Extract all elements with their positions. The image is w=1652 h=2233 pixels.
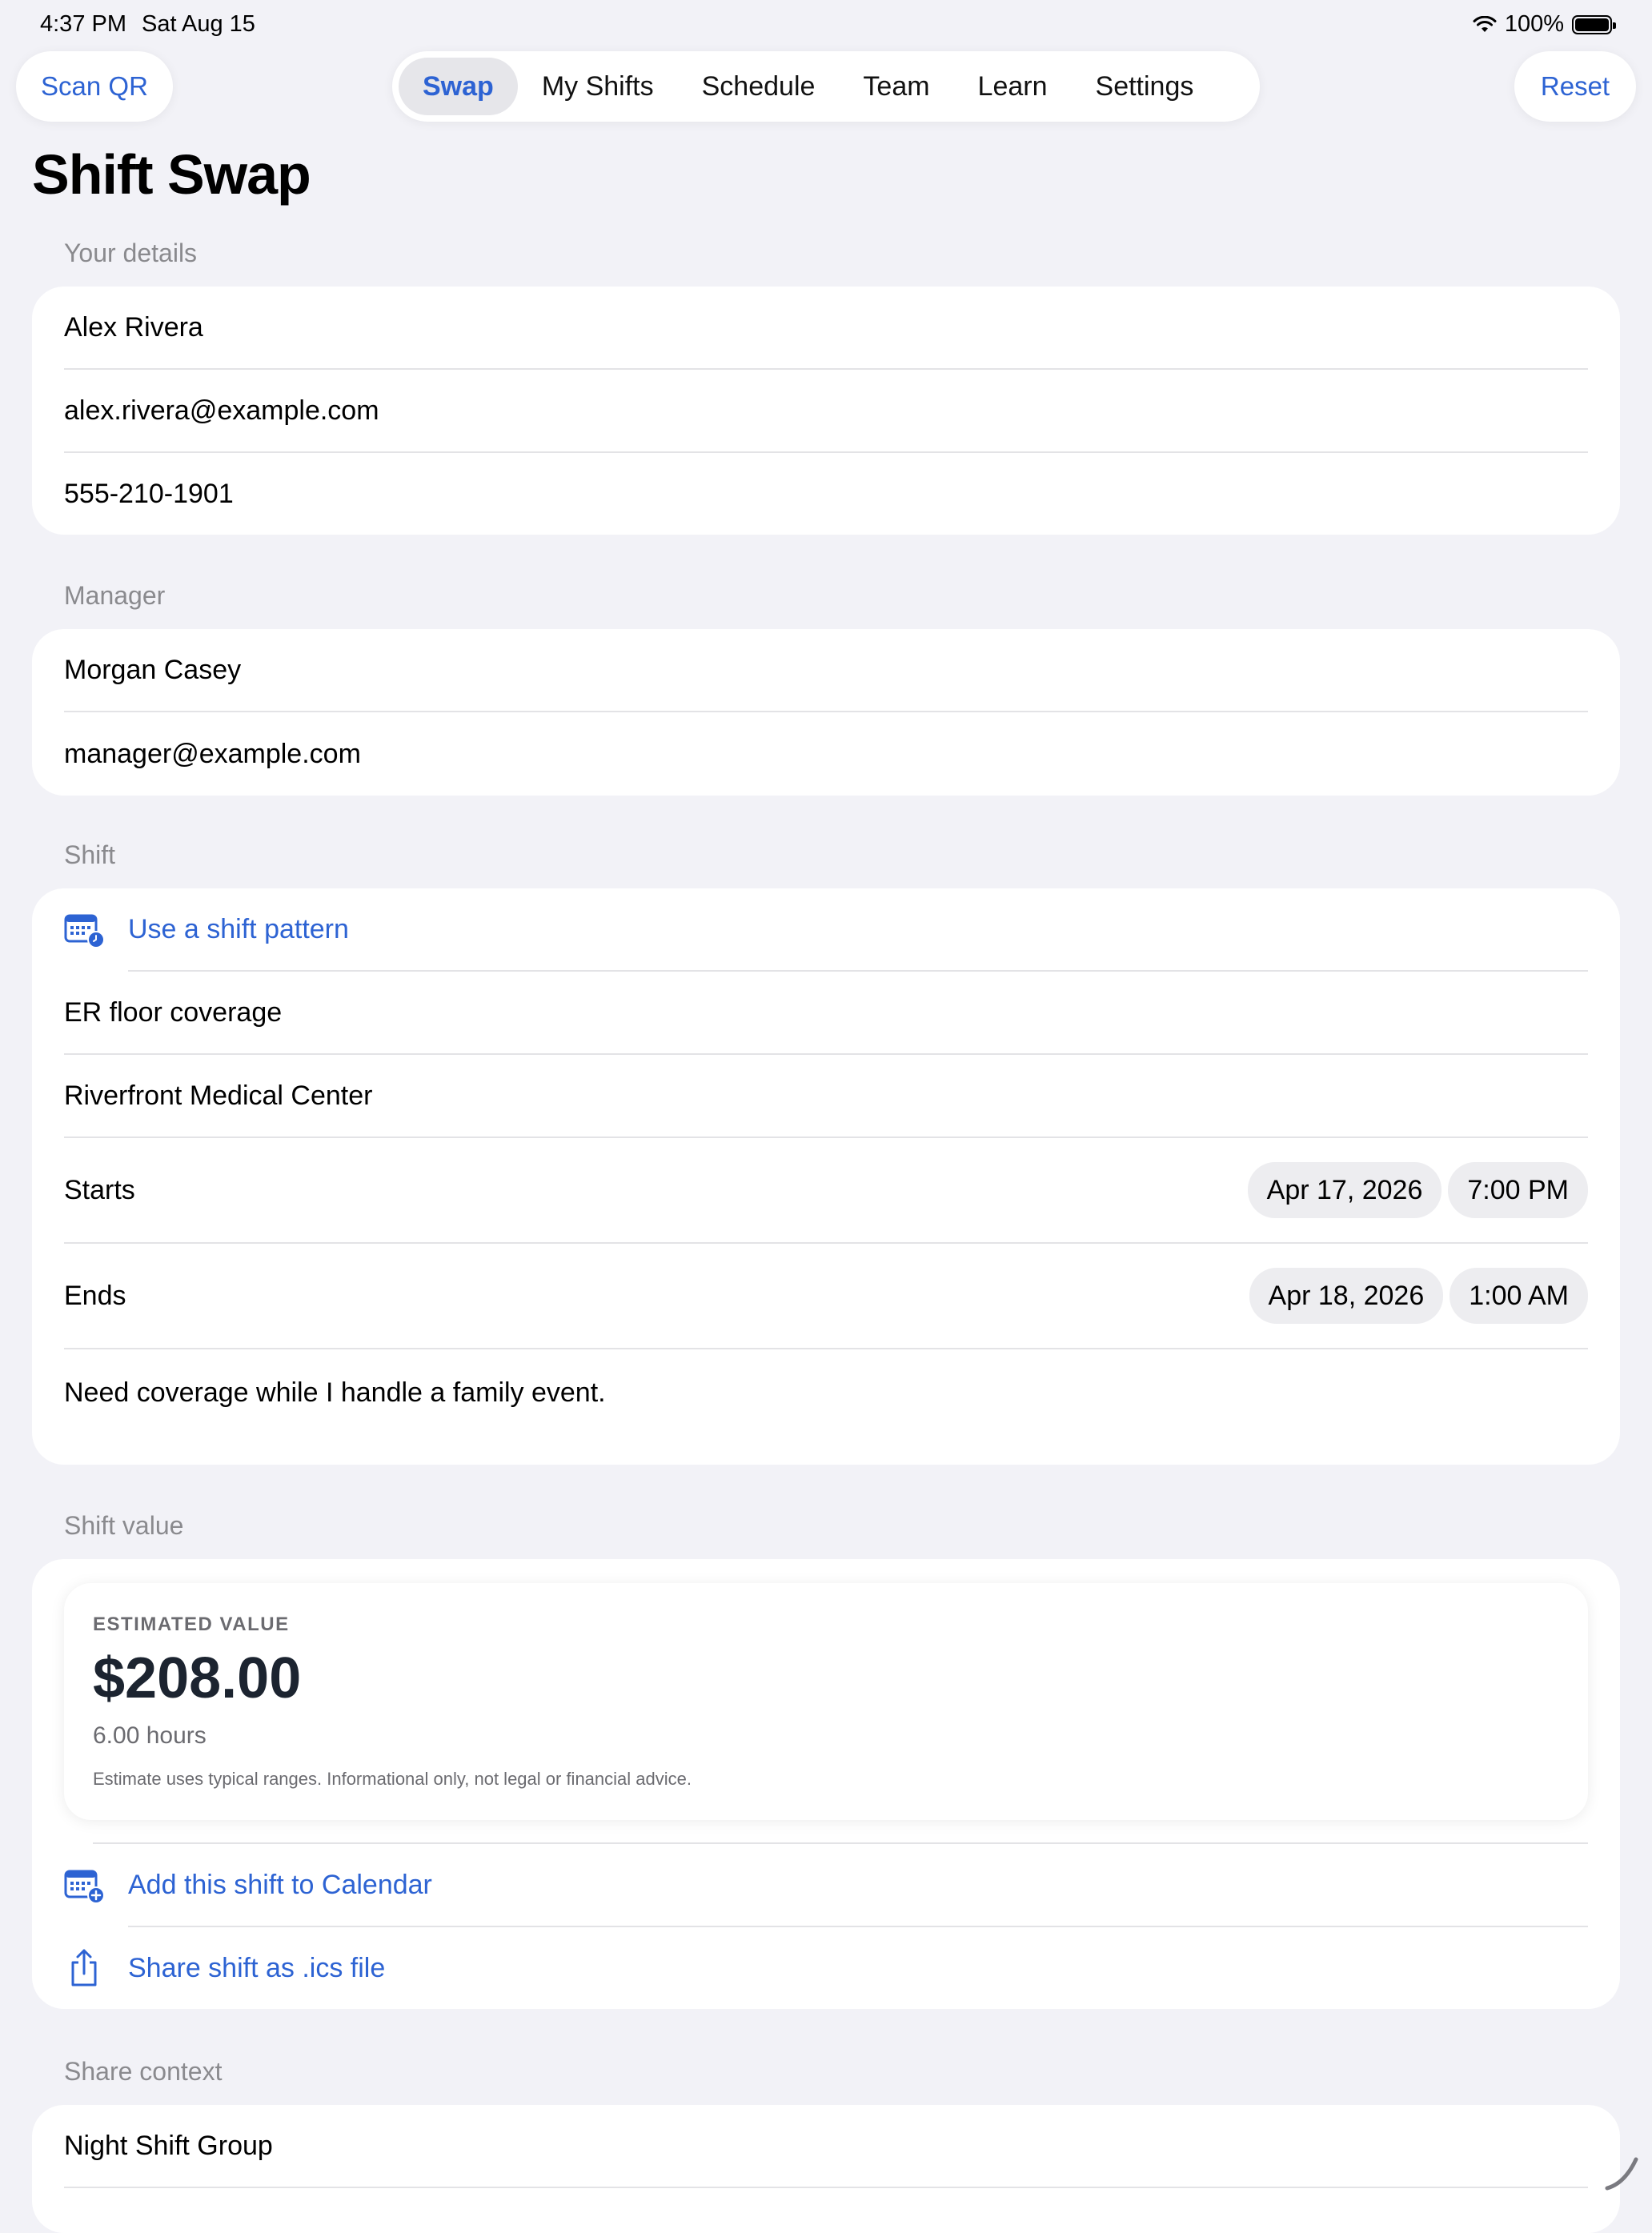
estimate-disclaimer: Estimate uses typical ranges. Informatio… [93, 1769, 692, 1789]
estimated-value-label: ESTIMATED VALUE [93, 1614, 290, 1635]
share-ics-label: Share shift as .ics file [128, 1952, 386, 1983]
share-group-field[interactable]: Night Shift Group [64, 2105, 1588, 2187]
starts-time-picker[interactable]: 7:00 PM [1448, 1162, 1588, 1218]
scan-qr-button[interactable]: Scan QR [16, 51, 173, 122]
tab-team[interactable]: Team [839, 58, 953, 115]
email-field[interactable]: alex.rivera@example.com [64, 370, 1588, 451]
shift-title-field[interactable]: ER floor coverage [64, 972, 1588, 1053]
tab-swap[interactable]: Swap [399, 58, 518, 115]
battery-icon [1572, 14, 1616, 34]
shift-location-field[interactable]: Riverfront Medical Center [64, 1055, 1588, 1137]
estimated-hours: 6.00 hours [93, 1722, 206, 1749]
calendar-clock-icon [64, 909, 104, 949]
add-to-calendar-button[interactable]: Add this shift to Calendar [64, 1844, 1588, 1926]
share-icon [64, 1948, 104, 1988]
use-shift-pattern-label: Use a shift pattern [128, 913, 349, 944]
tab-settings[interactable]: Settings [1072, 58, 1218, 115]
shift-card: Use a shift pattern ER floor coverage Ri… [32, 888, 1620, 1465]
starts-row: Starts Apr 17, 2026 7:00 PM [64, 1138, 1588, 1242]
ends-date-picker[interactable]: Apr 18, 2026 [1249, 1268, 1444, 1324]
tab-my-shifts[interactable]: My Shifts [518, 58, 678, 115]
manager-email-field[interactable]: manager@example.com [64, 712, 1588, 796]
ends-row: Ends Apr 18, 2026 1:00 AM [64, 1244, 1588, 1348]
scroll-indicator-icon [1605, 2157, 1638, 2191]
battery-percent: 100% [1504, 11, 1564, 37]
add-to-calendar-label: Add this shift to Calendar [128, 1869, 432, 1900]
section-header-shift: Shift [64, 840, 116, 869]
phone-field[interactable]: 555-210-1901 [64, 453, 1588, 535]
calendar-add-icon [64, 1865, 104, 1905]
shift-note-field[interactable]: Need coverage while I handle a family ev… [64, 1369, 1588, 1417]
section-header-shift-value: Shift value [64, 1511, 184, 1540]
ends-time-picker[interactable]: 1:00 AM [1450, 1268, 1588, 1324]
your-details-card: Alex Rivera alex.rivera@example.com 555-… [32, 287, 1620, 535]
status-indicators: 100% [1473, 11, 1616, 38]
wifi-icon [1473, 15, 1497, 32]
ends-label: Ends [64, 1280, 126, 1311]
shift-value-card: ESTIMATED VALUE $208.00 6.00 hours Estim… [32, 1559, 1620, 2009]
estimated-value-panel: ESTIMATED VALUE $208.00 6.00 hours Estim… [64, 1583, 1588, 1820]
divider [64, 1348, 1588, 1349]
section-header-manager: Manager [64, 581, 166, 610]
manager-card: Morgan Casey manager@example.com [32, 629, 1620, 796]
divider [64, 2187, 1588, 2188]
use-shift-pattern-button[interactable]: Use a shift pattern [64, 888, 1588, 970]
tab-schedule[interactable]: Schedule [678, 58, 840, 115]
status-time: 4:37 PM [40, 11, 126, 37]
share-context-card: Night Shift Group [32, 2105, 1620, 2233]
manager-name-field[interactable]: Morgan Casey [64, 629, 1588, 711]
starts-date-picker[interactable]: Apr 17, 2026 [1247, 1162, 1442, 1218]
estimated-value-amount: $208.00 [93, 1646, 302, 1710]
section-header-share-context: Share context [64, 2057, 223, 2086]
tab-learn[interactable]: Learn [954, 58, 1072, 115]
tab-bar: Swap My Shifts Schedule Team Learn Setti… [392, 51, 1260, 122]
name-field[interactable]: Alex Rivera [64, 287, 1588, 368]
section-header-your-details: Your details [64, 239, 198, 267]
page-title: Shift Swap [32, 143, 311, 206]
status-date: Sat Aug 15 [142, 11, 255, 37]
reset-button[interactable]: Reset [1514, 51, 1636, 122]
starts-label: Starts [64, 1174, 135, 1205]
share-ics-button[interactable]: Share shift as .ics file [64, 1927, 1588, 2009]
